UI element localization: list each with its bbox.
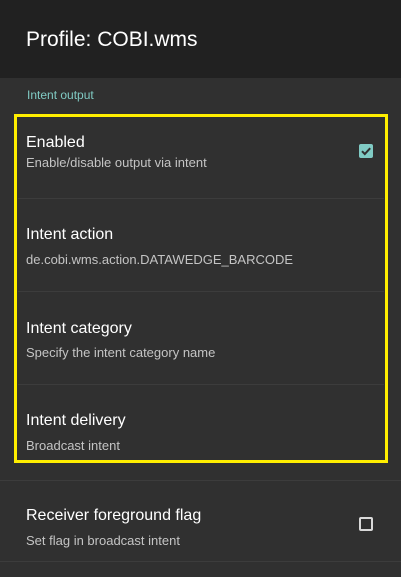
pref-intent-category[interactable]: Intent category Specify the intent categ… <box>0 292 401 384</box>
pref-intent-action-title: Intent action <box>26 226 114 243</box>
pref-enabled-summary: Enable/disable output via intent <box>26 155 207 170</box>
section-header-intent-output: Intent output <box>27 88 94 102</box>
divider <box>0 561 401 562</box>
pref-intent-action[interactable]: Intent action de.cobi.wms.action.DATAWED… <box>0 199 401 291</box>
enabled-checkbox[interactable] <box>359 144 373 158</box>
pref-intent-delivery-title: Intent delivery <box>26 412 126 429</box>
receiver-foreground-flag-checkbox[interactable] <box>359 517 373 531</box>
pref-intent-action-summary: de.cobi.wms.action.DATAWEDGE_BARCODE <box>26 252 294 267</box>
pref-receiver-foreground-flag[interactable]: Receiver foreground flag Set flag in bro… <box>0 481 401 561</box>
pref-receiver-foreground-flag-title: Receiver foreground flag <box>26 507 202 524</box>
pref-enabled-title: Enabled <box>26 134 85 151</box>
check-icon <box>361 147 371 156</box>
app-bar: Profile: COBI.wms <box>0 0 401 78</box>
pref-intent-category-summary: Specify the intent category name <box>26 345 216 360</box>
pref-intent-delivery-summary: Broadcast intent <box>26 438 120 453</box>
pref-intent-delivery[interactable]: Intent delivery Broadcast intent <box>0 385 401 463</box>
pref-enabled[interactable]: Enabled Enable/disable output via intent <box>0 114 401 198</box>
app-screen: Profile: COBI.wms Intent output Enabled … <box>0 0 401 577</box>
pref-receiver-foreground-flag-summary: Set flag in broadcast intent <box>26 533 180 548</box>
pref-intent-category-title: Intent category <box>26 320 132 337</box>
page-title: Profile: COBI.wms <box>26 28 198 51</box>
